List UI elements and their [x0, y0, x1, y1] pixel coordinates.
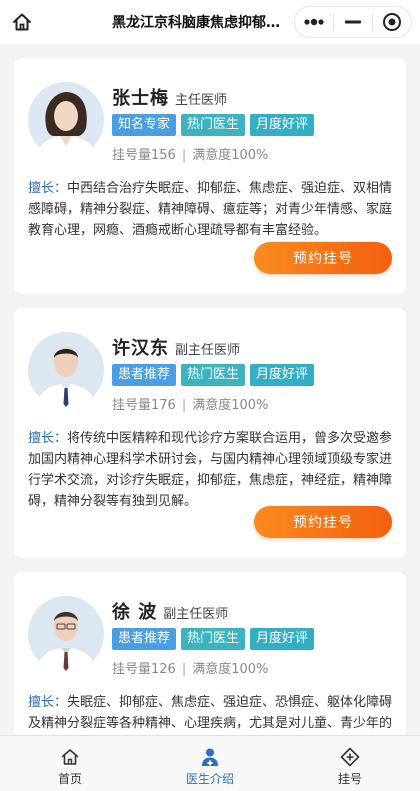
- more-button[interactable]: [295, 7, 333, 37]
- tag-badge: 热门医生: [181, 628, 246, 650]
- stats-divider: |: [181, 398, 187, 413]
- page-title: 黑龙江京科脑康焦虑抑郁医院: [112, 15, 292, 31]
- doctor-avatar: [28, 82, 104, 158]
- tag-badge: 患者推荐: [112, 628, 177, 650]
- registration-count: 挂号量176: [112, 398, 176, 413]
- doctor-name-row: 许汉东 副主任医师: [112, 334, 240, 360]
- specialty-label: 擅长：: [28, 695, 68, 710]
- registration-count: 挂号量156: [112, 148, 176, 163]
- minimize-icon: [345, 20, 361, 24]
- tag-badge: 月度好评: [250, 364, 315, 386]
- tag-badge: 热门医生: [181, 114, 246, 136]
- doctor-specialty: 擅长：中西结合治疗失眠症、抑郁症、焦虑症、强迫症、双相情感障碍，精神分裂症、精神…: [28, 178, 396, 241]
- doctor-tags: 患者推荐 热门医生 月度好评: [112, 628, 315, 650]
- doctor-specialty: 擅长：将传统中医精粹和现代诊疗方案联合运用，曾多次受邀参加国内精神心理科学术研讨…: [28, 428, 396, 512]
- tag-badge: 患者推荐: [112, 364, 177, 386]
- tab-label: 首页: [57, 772, 82, 786]
- doctor-tags: 知名专家 热门医生 月度好评: [112, 114, 315, 136]
- doctor-card[interactable]: 张士梅 主任医师 知名专家 热门医生 月度好评 挂号量156 | 满意度100% 擅…: [14, 58, 406, 294]
- stats-divider: |: [181, 148, 187, 163]
- doctor-card[interactable]: 徐 波 副主任医师 患者推荐 热门医生 月度好评 挂号量126 | 满意度100% …: [14, 572, 406, 735]
- doctor-card[interactable]: 许汉东 副主任医师 患者推荐 热门医生 月度好评 挂号量176 | 满意度100% …: [14, 308, 406, 558]
- tag-badge: 月度好评: [250, 628, 315, 650]
- book-appointment-button[interactable]: 预约挂号: [254, 242, 392, 274]
- home-button[interactable]: [10, 10, 34, 34]
- specialty-text: 失眠症、抑郁症、焦虑症、强迫症、恐惧症、躯体化障碍及精神分裂症等各种精神、心理疾…: [28, 695, 393, 731]
- target-close-icon: [383, 13, 401, 31]
- doctor-avatar: [28, 596, 104, 672]
- tab-doctors[interactable]: 医生介绍: [140, 736, 280, 791]
- satisfaction-rate: 满意度100%: [192, 148, 269, 163]
- specialty-label: 擅长：: [28, 431, 68, 446]
- doctor-name-row: 张士梅 主任医师: [112, 84, 227, 110]
- doctor-name: 张士梅: [112, 88, 169, 109]
- register-icon: [340, 747, 360, 767]
- satisfaction-rate: 满意度100%: [192, 662, 269, 677]
- specialty-label: 擅长：: [28, 181, 68, 196]
- minimize-button[interactable]: [334, 7, 372, 37]
- doctor-tags: 患者推荐 热门医生 月度好评: [112, 364, 315, 386]
- doctor-stats: 挂号量126 | 满意度100%: [112, 658, 268, 677]
- stats-divider: |: [181, 662, 187, 677]
- more-dots-icon: [304, 18, 324, 26]
- doctor-photo: [28, 82, 104, 158]
- book-appointment-button[interactable]: 预约挂号: [254, 506, 392, 538]
- tag-badge: 月度好评: [250, 114, 315, 136]
- doctor-title: 副主任医师: [163, 607, 229, 622]
- home-icon: [61, 749, 79, 765]
- doctor-title: 主任医师: [175, 93, 228, 108]
- tag-badge: 热门医生: [181, 364, 246, 386]
- close-button[interactable]: [373, 7, 411, 37]
- doctor-photo: [28, 332, 104, 408]
- mini-program-capsule: [294, 6, 412, 38]
- tab-label: 挂号: [337, 772, 362, 786]
- tag-badge: 知名专家: [112, 114, 177, 136]
- doctor-stats: 挂号量156 | 满意度100%: [112, 144, 268, 163]
- doctor-avatar: [28, 332, 104, 408]
- bottom-tab-bar: 首页 医生介绍 挂号: [0, 735, 420, 791]
- home-icon: [13, 13, 31, 31]
- tab-register[interactable]: 挂号: [280, 736, 420, 791]
- doctor-stats: 挂号量176 | 满意度100%: [112, 394, 268, 413]
- registration-count: 挂号量126: [112, 662, 176, 677]
- doctor-photo: [28, 596, 104, 672]
- satisfaction-rate: 满意度100%: [192, 398, 269, 413]
- doctor-icon: [202, 748, 218, 766]
- doctor-list[interactable]: 张士梅 主任医师 知名专家 热门医生 月度好评 挂号量156 | 满意度100% 擅…: [0, 44, 420, 735]
- nav-header: 黑龙江京科脑康焦虑抑郁医院: [0, 0, 420, 44]
- doctor-name-row: 徐 波 副主任医师: [112, 598, 228, 624]
- specialty-text: 将传统中医精粹和现代诊疗方案联合运用，曾多次受邀参加国内精神心理科学术研讨会，与…: [28, 431, 393, 509]
- tab-home[interactable]: 首页: [0, 736, 140, 791]
- tab-label: 医生介绍: [185, 772, 234, 786]
- doctor-name: 徐 波: [112, 602, 158, 623]
- specialty-text: 中西结合治疗失眠症、抑郁症、焦虑症、强迫症、双相情感障碍，精神分裂症、精神障碍、…: [28, 181, 393, 238]
- doctor-title: 副主任医师: [175, 343, 241, 358]
- doctor-specialty: 擅长：失眠症、抑郁症、焦虑症、强迫症、恐惧症、躯体化障碍及精神分裂症等各种精神、…: [28, 692, 396, 735]
- doctor-name: 许汉东: [112, 338, 169, 359]
